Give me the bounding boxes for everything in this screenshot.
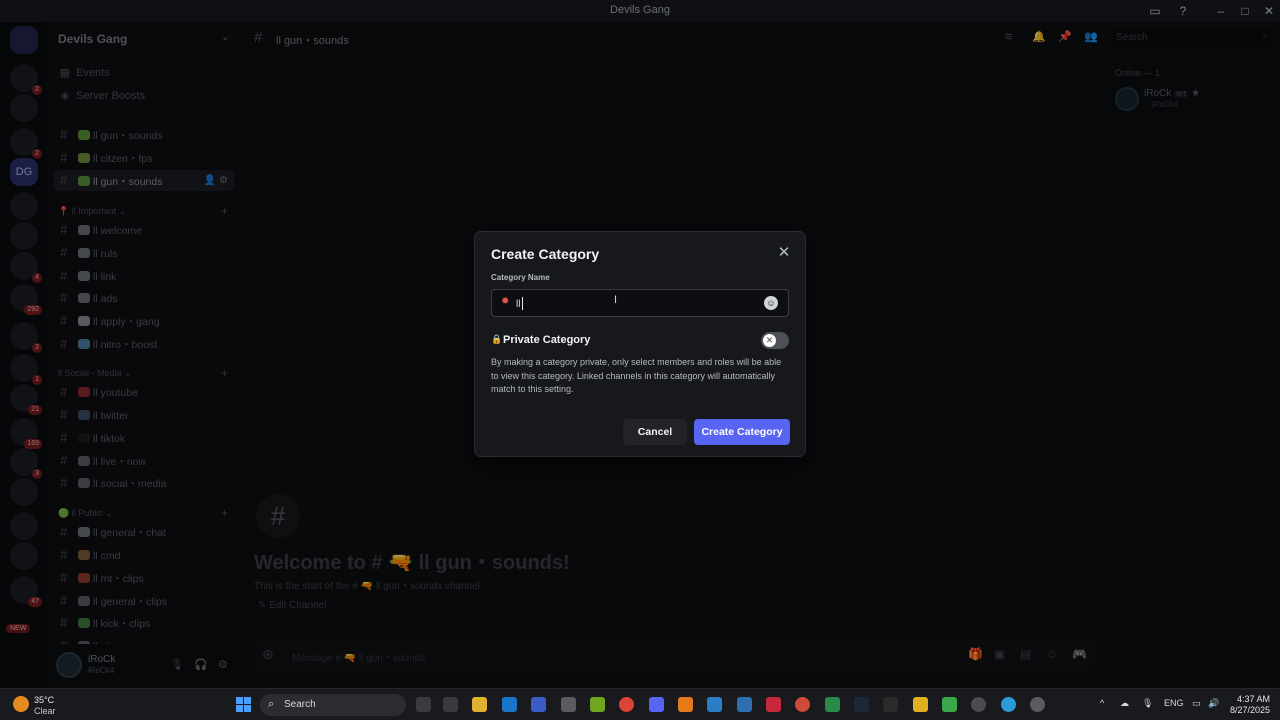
- category-name-label: Category Name: [491, 273, 550, 282]
- dialog-title: Create Category: [491, 246, 600, 262]
- cancel-button[interactable]: Cancel: [623, 419, 687, 445]
- app-icon[interactable]: [971, 697, 986, 712]
- close-icon[interactable]: ✕: [775, 244, 793, 262]
- rockstar-icon[interactable]: [913, 697, 928, 712]
- minimize-button[interactable]: –: [1210, 2, 1232, 20]
- clock[interactable]: 4:37 AM 8/27/2025: [1230, 694, 1270, 716]
- text-cursor-icon: I: [614, 294, 618, 306]
- lock-icon: 🔒: [491, 334, 503, 344]
- category-name-field[interactable]: ✹ ☺: [491, 289, 789, 317]
- private-category-toggle[interactable]: ✕: [761, 332, 789, 349]
- app-icon[interactable]: [825, 697, 840, 712]
- windows-start-icon[interactable]: [236, 697, 251, 712]
- private-category-label: Private Category: [503, 334, 591, 346]
- toggle-off-icon: ✕: [763, 334, 776, 347]
- widgets-icon[interactable]: [443, 697, 458, 712]
- app-icon[interactable]: [707, 697, 722, 712]
- private-category-description: By making a category private, only selec…: [491, 357, 782, 394]
- clock-date: 8/27/2025: [1229, 705, 1270, 715]
- weather-icon[interactable]: [13, 696, 29, 712]
- task-view-icon[interactable]: [416, 697, 431, 712]
- inbox-icon[interactable]: ▭: [1144, 2, 1166, 20]
- taskbar: 35°C Clear ⌕ Search ^ ☁ 🎙 ENG ▭ 🔊 4:37 A…: [0, 688, 1280, 720]
- steam-icon[interactable]: [854, 697, 869, 712]
- private-category-row: 🔒 Private Category ✕: [491, 332, 789, 350]
- create-category-button[interactable]: Create Category: [694, 419, 790, 445]
- outlook-icon[interactable]: [502, 697, 517, 712]
- chevron-up-icon[interactable]: ^: [1100, 698, 1104, 708]
- category-name-input[interactable]: [516, 295, 756, 313]
- window-title: Devils Gang: [610, 4, 670, 16]
- cloud-icon[interactable]: ☁: [1120, 698, 1129, 709]
- create-category-dialog: Create Category ✕ Category Name ✹ ☺ 🔒 Pr…: [474, 231, 806, 457]
- microphone-icon[interactable]: 🎙: [1142, 698, 1153, 709]
- app-icon[interactable]: [795, 697, 810, 712]
- app-icon[interactable]: [1030, 697, 1045, 712]
- text-caret: [522, 297, 523, 310]
- network-icon[interactable]: ▭: [1192, 698, 1201, 709]
- epic-games-icon[interactable]: [883, 697, 898, 712]
- maximize-button[interactable]: □: [1234, 2, 1256, 20]
- weather-condition: Clear: [34, 706, 56, 716]
- security-icon[interactable]: [737, 697, 752, 712]
- file-explorer-icon[interactable]: [472, 697, 487, 712]
- window-titlebar: Devils Gang ▭ ? – □ ✕: [0, 0, 1280, 22]
- volume-icon[interactable]: 🔊: [1208, 698, 1219, 709]
- taskbar-search[interactable]: ⌕ Search: [260, 694, 406, 716]
- clock-time: 4:37 AM: [1236, 694, 1270, 704]
- app-icon[interactable]: [942, 697, 957, 712]
- app-icon[interactable]: [766, 697, 781, 712]
- app-icon[interactable]: [678, 697, 693, 712]
- language-indicator[interactable]: ENG: [1164, 698, 1184, 708]
- discord-icon[interactable]: [649, 697, 664, 712]
- app-icon[interactable]: [561, 697, 576, 712]
- chrome-icon[interactable]: [619, 697, 634, 712]
- close-window-button[interactable]: ✕: [1258, 2, 1280, 20]
- nvidia-icon[interactable]: [590, 697, 605, 712]
- telegram-icon[interactable]: [1001, 697, 1016, 712]
- weather-temperature: 35°C: [34, 695, 55, 705]
- help-icon[interactable]: ?: [1172, 2, 1194, 20]
- flame-emoji-icon: ✹: [501, 296, 510, 307]
- emoji-picker-icon[interactable]: ☺: [764, 296, 778, 310]
- search-icon: ⌕: [268, 698, 275, 710]
- store-icon[interactable]: [531, 697, 546, 712]
